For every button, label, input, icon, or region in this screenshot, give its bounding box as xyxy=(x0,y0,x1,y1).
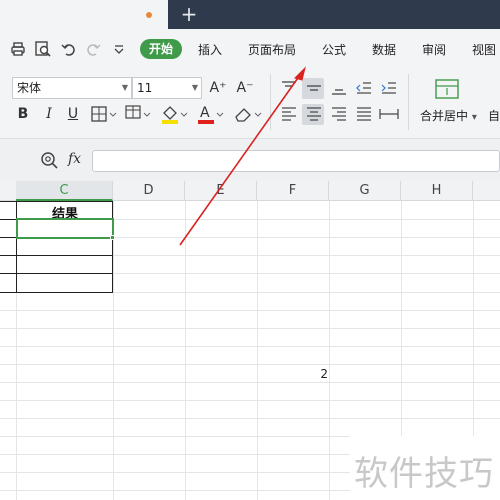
indent-decrease-icon[interactable] xyxy=(355,80,373,96)
grid-line xyxy=(257,201,258,500)
merge-center-button[interactable]: 合并居中 ▾ xyxy=(420,107,477,124)
watermark: 软件技巧 xyxy=(354,454,494,494)
merge-center-icon[interactable] xyxy=(434,78,460,100)
fill-color-icon[interactable] xyxy=(124,104,154,124)
font-size-value: 11 xyxy=(137,81,153,95)
menu-view[interactable]: 视图 xyxy=(472,41,496,57)
menu-data[interactable]: 数据 xyxy=(372,41,396,57)
print-preview-icon[interactable] xyxy=(34,40,52,58)
print-icon[interactable] xyxy=(9,40,27,58)
highlight-color-icon[interactable] xyxy=(160,103,190,125)
border-icon[interactable] xyxy=(90,104,120,124)
chevron-down-icon: ▼ xyxy=(121,83,128,92)
grid-line xyxy=(0,346,500,347)
column-header-f[interactable]: F xyxy=(257,181,329,201)
align-center-icon[interactable] xyxy=(305,106,323,122)
column-header-d[interactable]: D xyxy=(113,181,185,201)
customize-dropdown-icon[interactable] xyxy=(110,40,128,58)
result-header-cell[interactable]: 结果 xyxy=(17,203,113,222)
svg-text:A: A xyxy=(200,105,210,121)
unsaved-dot-icon xyxy=(146,12,152,18)
document-tab[interactable] xyxy=(0,0,168,29)
ribbon-separator xyxy=(408,74,409,130)
underline-button[interactable]: U xyxy=(62,103,84,125)
decrease-font-button[interactable]: A⁻ xyxy=(233,77,257,99)
selected-cell[interactable] xyxy=(16,218,114,239)
grid-line xyxy=(0,418,500,419)
menu-page-layout[interactable]: 页面布局 xyxy=(248,41,296,57)
align-middle-icon[interactable] xyxy=(305,80,323,96)
fill-handle[interactable] xyxy=(110,235,115,240)
find-icon[interactable] xyxy=(40,151,60,171)
grid-line xyxy=(0,328,500,329)
ribbon-separator xyxy=(270,74,271,130)
font-name-select[interactable]: 宋体 ▼ xyxy=(12,77,132,99)
align-bottom-icon[interactable] xyxy=(330,80,348,96)
indent-increase-icon[interactable] xyxy=(380,80,398,96)
bold-button[interactable]: B xyxy=(12,103,34,125)
redo-icon[interactable] xyxy=(84,40,102,58)
merge-center-label: 合并居中 xyxy=(420,109,469,123)
chevron-down-icon: ▾ xyxy=(471,112,477,123)
grid-line xyxy=(329,201,330,500)
menu-formula[interactable]: 公式 xyxy=(322,41,346,57)
italic-button[interactable]: I xyxy=(38,103,60,125)
menu-insert[interactable]: 插入 xyxy=(198,41,222,57)
column-header-g[interactable]: G xyxy=(329,181,401,201)
clear-format-icon[interactable] xyxy=(232,103,264,125)
grid-line xyxy=(113,201,114,500)
formula-input[interactable] xyxy=(92,150,500,172)
font-size-select[interactable]: 11 ▼ xyxy=(132,77,202,99)
wrap-text-button[interactable]: 自 xyxy=(488,107,500,124)
font-name-value: 宋体 xyxy=(17,81,42,95)
cell-value[interactable]: 2 xyxy=(300,367,328,383)
increase-font-button[interactable]: A⁺ xyxy=(206,77,230,99)
plus-icon[interactable]: + xyxy=(178,2,200,26)
align-top-icon[interactable] xyxy=(280,80,298,96)
grid-line xyxy=(0,382,500,383)
menu-start[interactable]: 开始 xyxy=(140,39,182,59)
chevron-down-icon: ▼ xyxy=(191,83,198,92)
justify-icon[interactable] xyxy=(355,106,373,122)
align-right-icon[interactable] xyxy=(330,106,348,122)
fx-label[interactable]: fx xyxy=(68,151,81,167)
grid-line xyxy=(0,400,500,401)
grid-line xyxy=(185,201,186,500)
grid-line xyxy=(0,364,500,365)
font-color-icon[interactable]: A xyxy=(196,103,226,125)
undo-icon[interactable] xyxy=(60,40,78,58)
column-header-c[interactable]: C xyxy=(16,181,113,201)
grid-line xyxy=(0,310,500,311)
column-header-h[interactable]: H xyxy=(401,181,473,201)
menu-review[interactable]: 审阅 xyxy=(422,41,446,57)
tab-strip: + xyxy=(0,0,500,29)
align-left-icon[interactable] xyxy=(280,106,298,122)
distributed-icon[interactable] xyxy=(378,106,400,122)
column-header-e[interactable]: E xyxy=(185,181,257,201)
